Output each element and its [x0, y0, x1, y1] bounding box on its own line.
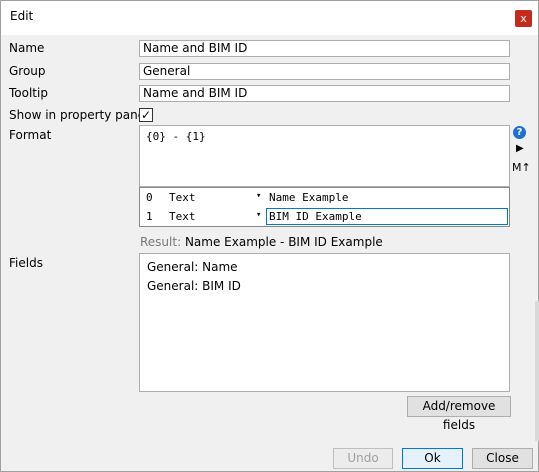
- parameter-row: 0 Text ▾ Name Example: [140, 188, 509, 207]
- result-value: Name Example - BIM ID Example: [184, 235, 383, 249]
- show-in-property-pane-label: Show in property pane: [9, 108, 146, 122]
- format-editor[interactable]: {0} - {1}: [139, 125, 510, 187]
- edit-dialog: Edit x Name Name and BIM ID Group Genera…: [0, 0, 539, 472]
- parameter-table: 0 Text ▾ Name Example 1 Text ▾ BIM ID Ex…: [139, 187, 510, 227]
- show-in-property-pane-checkbox[interactable]: ✓: [139, 108, 153, 122]
- dropdown-arrow-icon[interactable]: ▾: [256, 191, 261, 201]
- parameter-value-input[interactable]: Name Example: [266, 189, 508, 206]
- list-item[interactable]: General: BIM ID: [147, 279, 241, 293]
- close-window-button[interactable]: x: [515, 10, 532, 27]
- name-input[interactable]: Name and BIM ID: [139, 40, 510, 57]
- add-remove-fields-button[interactable]: Add/remove fields: [407, 396, 511, 432]
- group-input[interactable]: General: [139, 63, 510, 80]
- result-line: Result: Name Example - BIM ID Example: [140, 235, 383, 249]
- resize-edge: [535, 301, 539, 441]
- ok-button[interactable]: Ok: [402, 448, 463, 469]
- parameter-index: 0: [146, 191, 153, 204]
- undo-button[interactable]: Undo: [333, 448, 393, 469]
- play-icon[interactable]: ▶: [516, 143, 524, 155]
- fields-list: General: Name General: BIM ID: [139, 253, 510, 392]
- parameter-index: 1: [146, 210, 153, 223]
- tooltip-label: Tooltip: [9, 86, 48, 100]
- parameter-type-select[interactable]: Text: [169, 210, 196, 223]
- dropdown-arrow-icon[interactable]: ▾: [256, 210, 261, 220]
- tooltip-input[interactable]: Name and BIM ID: [139, 85, 510, 102]
- list-item[interactable]: General: Name: [147, 260, 238, 274]
- format-label: Format: [9, 128, 52, 142]
- markdown-icon[interactable]: M↑: [512, 161, 531, 174]
- parameter-value-input[interactable]: BIM ID Example: [266, 208, 508, 225]
- parameter-row: 1 Text ▾ BIM ID Example: [140, 207, 509, 226]
- close-button[interactable]: Close: [472, 448, 533, 469]
- result-label: Result:: [140, 235, 182, 249]
- fields-label: Fields: [9, 256, 43, 270]
- window-title: Edit: [10, 9, 34, 23]
- title-bar: Edit x: [1, 1, 538, 35]
- group-label: Group: [9, 64, 46, 78]
- help-icon[interactable]: ?: [513, 126, 526, 139]
- parameter-type-select[interactable]: Text: [169, 191, 196, 204]
- name-label: Name: [9, 41, 45, 55]
